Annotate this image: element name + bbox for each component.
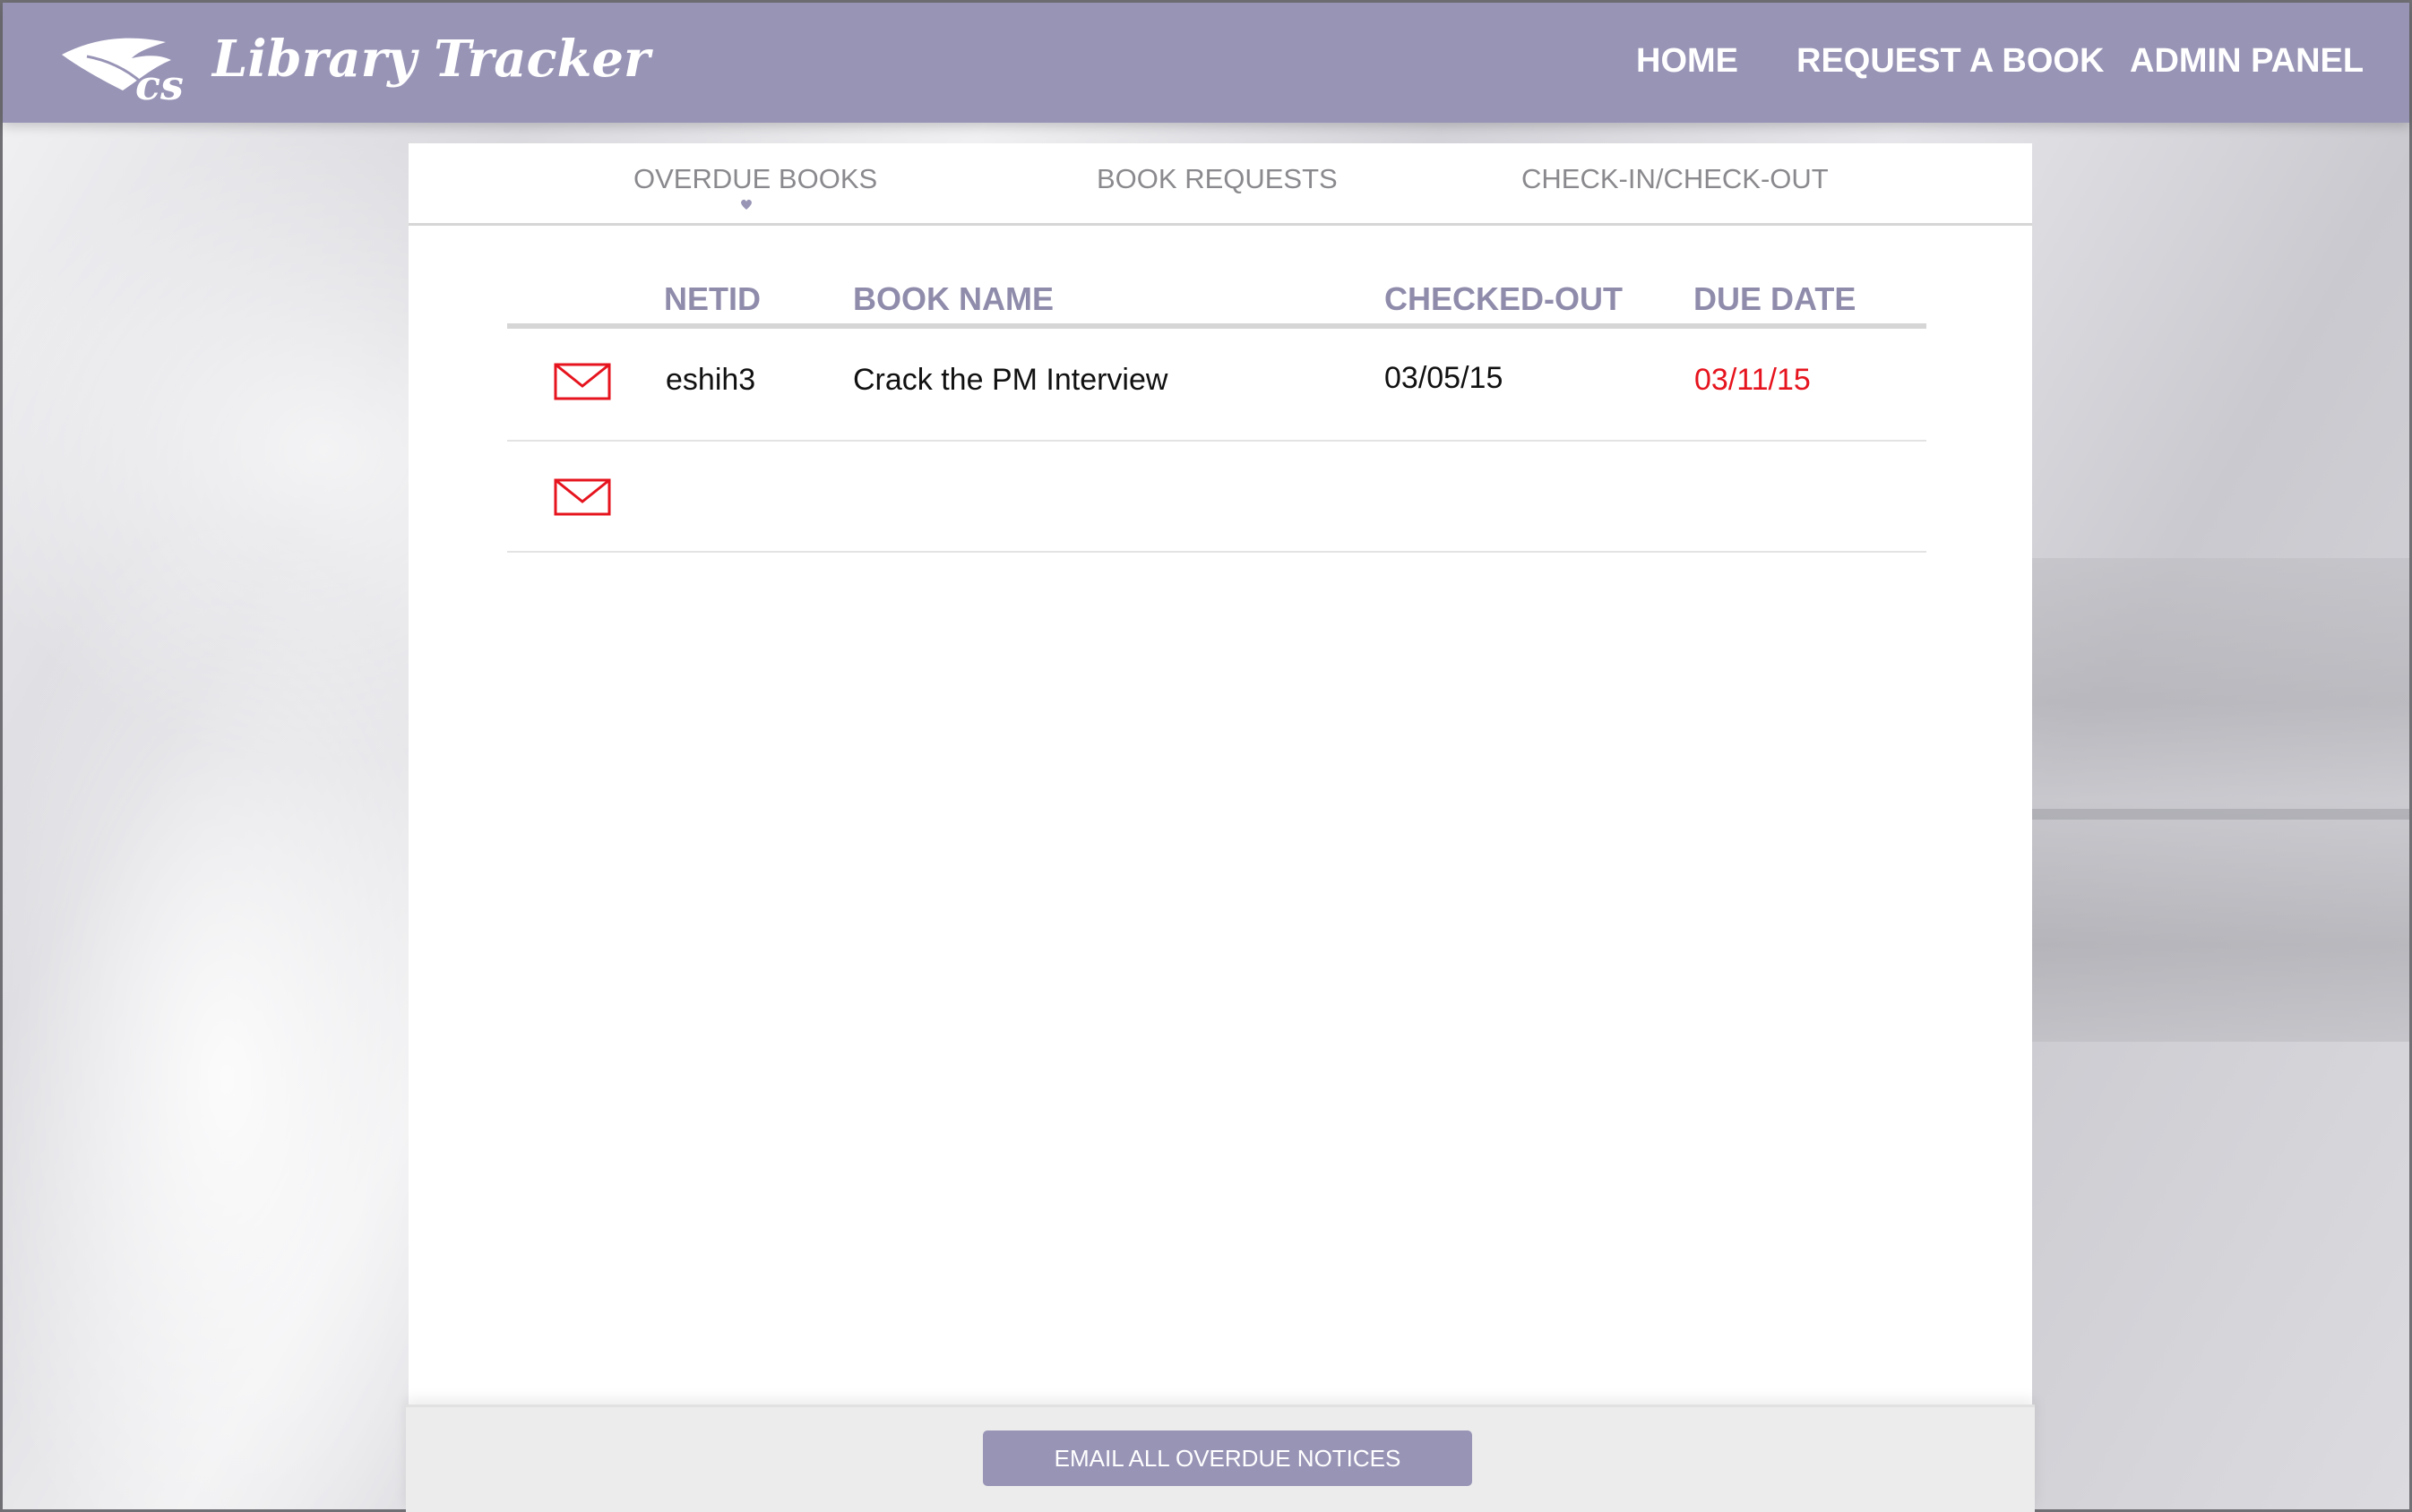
cs-quill-logo-icon: cs <box>62 38 184 108</box>
top-nav-bar: cs Library Tracker HOME REQUEST A BOOK A… <box>3 3 2409 123</box>
active-tab-heart-icon <box>741 199 752 210</box>
background-shelf <box>2001 809 2409 820</box>
nav-home-link[interactable]: HOME <box>1636 42 1738 92</box>
table-header: NETID BOOK NAME CHECKED-OUT DUE DATE <box>507 273 1926 329</box>
column-header-due-date: DUE DATE <box>1693 280 1856 317</box>
tab-book-requests[interactable]: BOOK REQUESTS <box>1097 163 1338 195</box>
nav-admin-panel-link[interactable]: ADMIN PANEL <box>2130 42 2364 92</box>
svg-text:cs: cs <box>135 61 184 108</box>
overdue-books-table: NETID BOOK NAME CHECKED-OUT DUE DATE esh… <box>507 273 1926 553</box>
main-panel: OVERDUE BOOKS BOOK REQUESTS CHECK-IN/CHE… <box>409 143 2032 1512</box>
cell-netid: eshih3 <box>666 363 756 397</box>
cell-checked-out: 03/05/15 <box>1384 361 1503 395</box>
table-row <box>507 442 1926 553</box>
background-books <box>2001 558 2409 1042</box>
app-title[interactable]: Library Tracker <box>212 30 650 89</box>
tab-overdue-books[interactable]: OVERDUE BOOKS <box>633 163 877 195</box>
email-all-overdue-button[interactable]: EMAIL ALL OVERDUE NOTICES <box>983 1430 1472 1486</box>
panel-footer: EMAIL ALL OVERDUE NOTICES <box>406 1405 2035 1512</box>
email-notice-icon[interactable] <box>554 363 611 400</box>
column-header-book-name: BOOK NAME <box>853 280 1054 317</box>
column-header-checked-out: CHECKED-OUT <box>1384 280 1623 317</box>
admin-tabs: OVERDUE BOOKS BOOK REQUESTS CHECK-IN/CHE… <box>409 143 2032 226</box>
cell-book-name: Crack the PM Interview <box>853 363 1168 397</box>
cell-due-date: 03/11/15 <box>1694 363 1811 397</box>
column-header-netid: NETID <box>664 280 761 317</box>
nav-request-book-link[interactable]: REQUEST A BOOK <box>1796 42 2104 92</box>
tab-check-in-check-out[interactable]: CHECK-IN/CHECK-OUT <box>1521 163 1829 195</box>
email-notice-icon[interactable] <box>554 478 611 516</box>
table-row: eshih3 Crack the PM Interview 03/05/15 0… <box>507 329 1926 442</box>
